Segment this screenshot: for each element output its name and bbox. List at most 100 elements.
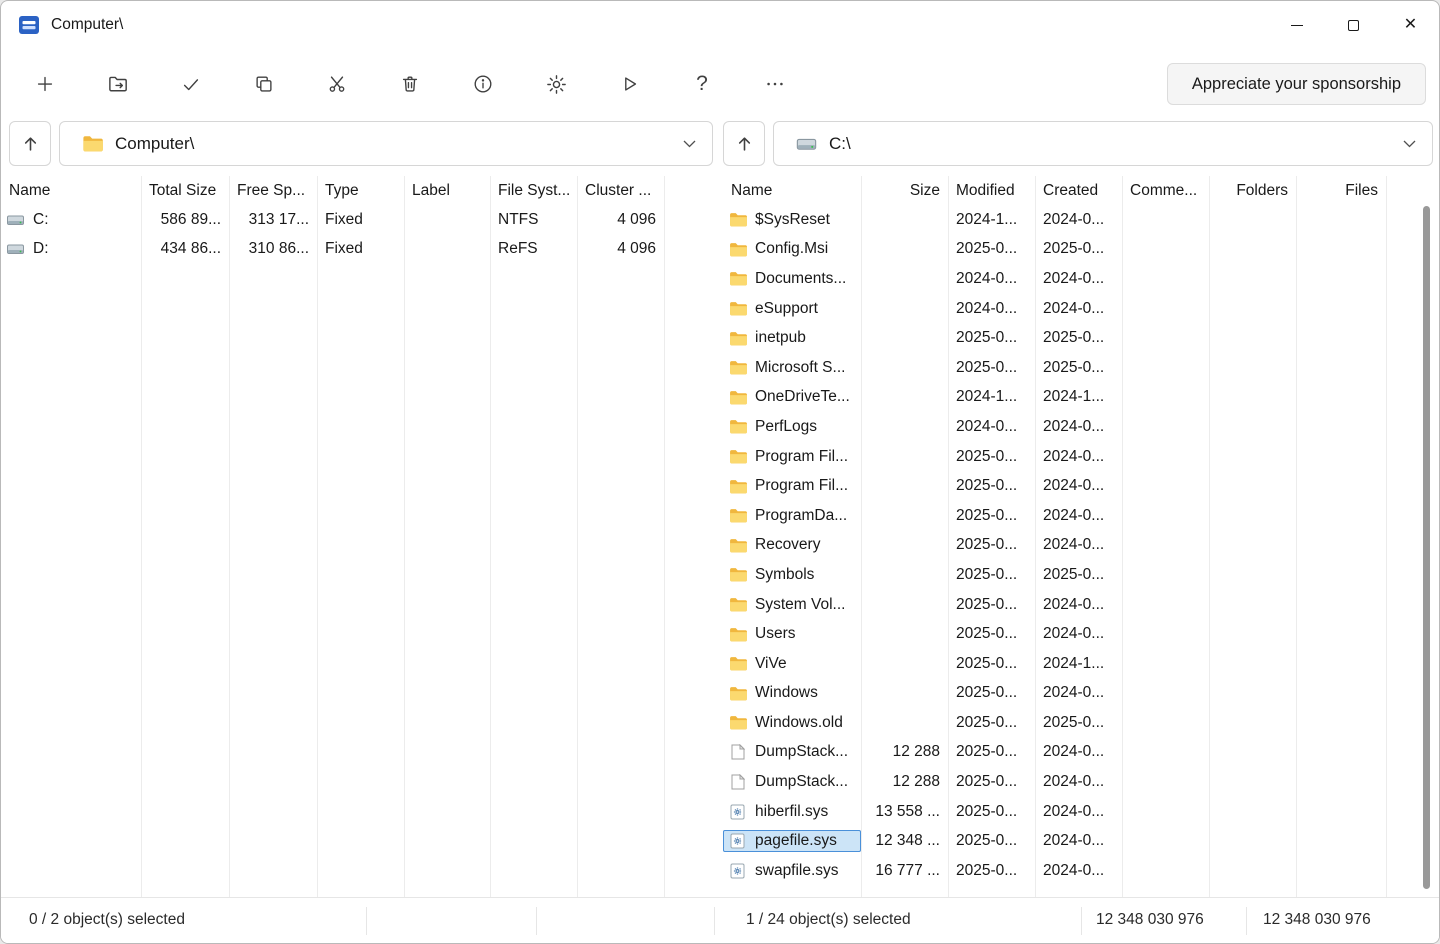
name-cell[interactable]: Documents... [723,268,861,290]
name-cell[interactable]: Windows.old [723,712,861,734]
name-cell[interactable]: eSupport [723,298,861,320]
table-row[interactable]: C:586 89...313 17...FixedNTFS4 096 [1,205,715,235]
column-header[interactable]: Total Size [141,182,229,200]
right-path-bar[interactable]: C:\ [773,121,1433,166]
table-row[interactable]: Symbols2025-0...2025-0... [723,560,1433,590]
table-row[interactable]: Users2025-0...2024-0... [723,619,1433,649]
table-row[interactable]: ViVe2025-0...2024-1... [723,649,1433,679]
name-cell[interactable]: DumpStack... [723,741,861,763]
open-location-button[interactable] [97,63,139,105]
name-cell[interactable]: $SysReset [723,209,861,231]
table-row[interactable]: D:434 86...310 86...FixedReFS4 096 [1,235,715,265]
table-row[interactable]: eSupport2024-0...2024-0... [723,294,1433,324]
new-item-button[interactable] [24,63,66,105]
table-row[interactable]: PerfLogs2024-0...2024-0... [723,412,1433,442]
column-header[interactable]: Size [861,182,948,200]
name-cell[interactable]: Windows [723,682,861,704]
name-cell[interactable]: Microsoft S... [723,357,861,379]
cell: 2024-0... [948,418,1035,436]
name-cell[interactable]: PerfLogs [723,416,861,438]
chevron-down-icon[interactable] [1403,140,1416,148]
column-header[interactable]: Name [1,182,141,200]
table-row[interactable]: Config.Msi2025-0...2025-0... [723,235,1433,265]
name-cell[interactable]: inetpub [723,327,861,349]
name-cell[interactable]: OneDriveTe... [723,386,861,408]
column-header[interactable]: Label [404,182,490,200]
more-button[interactable] [754,63,796,105]
name-cell[interactable]: D: [1,238,141,260]
cell: 2024-0... [1035,211,1122,229]
column-header[interactable]: Modified [948,182,1035,200]
table-row[interactable]: Windows.old2025-0...2025-0... [723,708,1433,738]
table-row[interactable]: OneDriveTe...2024-1...2024-1... [723,383,1433,413]
delete-button[interactable] [389,63,431,105]
item-name: inetpub [755,329,806,347]
name-cell[interactable]: ProgramDa... [723,505,861,527]
table-row[interactable]: inetpub2025-0...2025-0... [723,323,1433,353]
table-row[interactable]: Microsoft S...2025-0...2025-0... [723,353,1433,383]
column-header[interactable]: Files [1296,182,1386,200]
name-cell[interactable]: Users [723,623,861,645]
name-cell[interactable]: System Vol... [723,594,861,616]
info-button[interactable] [462,63,504,105]
right-path-text: C:\ [829,134,851,154]
column-header[interactable]: Type [317,182,404,200]
column-header[interactable]: Comme... [1122,182,1209,200]
cell: 12 288 [861,743,948,761]
cell: 2025-0... [948,359,1035,377]
up-arrow-icon [22,135,39,152]
help-button[interactable]: ? [681,63,723,105]
column-header[interactable]: Created [1035,182,1122,200]
table-row[interactable]: Program Fil...2025-0...2024-0... [723,471,1433,501]
copy-button[interactable] [243,63,285,105]
window-title: Computer\ [51,16,123,34]
table-row[interactable]: Documents...2024-0...2024-0... [723,264,1433,294]
name-cell[interactable]: DumpStack... [723,771,861,793]
table-row[interactable]: Windows2025-0...2024-0... [723,679,1433,709]
right-up-button[interactable] [723,121,765,166]
table-row[interactable]: pagefile.sys12 348 ...2025-0...2024-0... [723,826,1433,856]
table-row[interactable]: hiberfil.sys13 558 ...2025-0...2024-0... [723,797,1433,827]
column-header[interactable]: Cluster ... [577,182,664,200]
column-header[interactable]: Free Sp... [229,182,317,200]
chevron-down-icon[interactable] [683,140,696,148]
cell: 2025-0... [948,773,1035,791]
name-cell[interactable]: swapfile.sys [723,860,861,882]
column-header[interactable]: Folders [1209,182,1296,200]
item-name: hiberfil.sys [755,803,828,821]
run-button[interactable] [608,63,650,105]
column-header[interactable]: Name [723,182,861,200]
name-cell[interactable]: C: [1,209,141,231]
name-cell[interactable]: hiberfil.sys [723,801,861,823]
sponsor-button[interactable]: Appreciate your sponsorship [1167,63,1426,105]
table-row[interactable]: DumpStack...12 2882025-0...2024-0... [723,767,1433,797]
table-row[interactable]: Program Fil...2025-0...2024-0... [723,442,1433,472]
item-name: Windows [755,684,818,702]
cut-button[interactable] [316,63,358,105]
name-cell[interactable]: ViVe [723,653,861,675]
table-row[interactable]: swapfile.sys16 777 ...2025-0...2024-0... [723,856,1433,886]
name-cell[interactable]: Recovery [723,534,861,556]
name-cell[interactable]: Symbols [723,564,861,586]
folder-icon [728,301,747,316]
settings-button[interactable] [535,63,577,105]
name-cell[interactable]: Program Fil... [723,446,861,468]
name-cell[interactable]: pagefile.sys [723,830,861,852]
select-button[interactable] [170,63,212,105]
folder-icon [728,242,747,257]
table-row[interactable]: System Vol...2025-0...2024-0... [723,590,1433,620]
left-up-button[interactable] [9,121,51,166]
table-row[interactable]: $SysReset2024-1...2024-0... [723,205,1433,235]
table-row[interactable]: ProgramDa...2025-0...2024-0... [723,501,1433,531]
close-button[interactable]: ✕ [1382,1,1439,49]
minimize-button[interactable] [1268,1,1325,49]
maximize-button[interactable] [1325,1,1382,49]
name-cell[interactable]: Program Fil... [723,475,861,497]
folder-icon [728,271,747,286]
scrollbar-thumb[interactable] [1423,206,1430,889]
name-cell[interactable]: Config.Msi [723,238,861,260]
table-row[interactable]: DumpStack...12 2882025-0...2024-0... [723,738,1433,768]
table-row[interactable]: Recovery2025-0...2024-0... [723,531,1433,561]
left-path-bar[interactable]: Computer\ [59,121,713,166]
column-header[interactable]: File Syst... [490,182,577,200]
